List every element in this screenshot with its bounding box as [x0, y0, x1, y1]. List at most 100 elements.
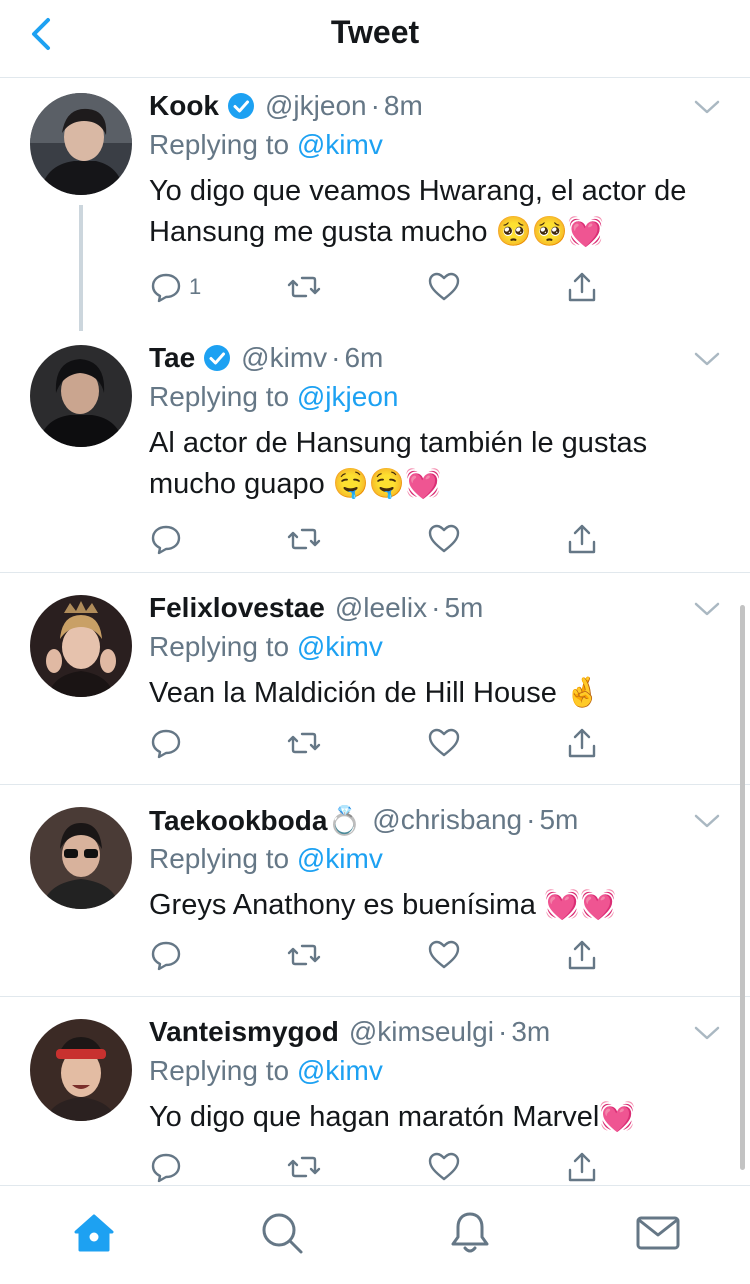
- tweet-actions: [149, 723, 609, 763]
- tweet-actions: 1: [149, 267, 609, 307]
- user-handle[interactable]: @kimv: [241, 342, 327, 374]
- bottom-tab-bar: [0, 1185, 750, 1284]
- messages-icon: [636, 1216, 680, 1250]
- chevron-down-icon[interactable]: [692, 349, 722, 369]
- retweet-icon: [287, 276, 321, 298]
- retweet-icon: [287, 528, 321, 550]
- mention-link[interactable]: @kimv: [297, 1055, 383, 1086]
- display-name[interactable]: Kook: [149, 90, 219, 122]
- share-icon: [568, 524, 596, 554]
- tweet-text: Greys Anathony es buenísima 💓💓: [149, 889, 617, 921]
- heart-icon: [428, 272, 460, 301]
- home-icon: [74, 1214, 114, 1252]
- like-button[interactable]: [427, 267, 461, 307]
- timestamp[interactable]: 8m: [384, 90, 423, 122]
- tab-home[interactable]: [71, 1210, 117, 1256]
- reply-count: 1: [189, 274, 202, 299]
- retweet-button[interactable]: [287, 723, 321, 763]
- reply-button[interactable]: [149, 723, 183, 763]
- chevron-down-icon[interactable]: [692, 97, 722, 117]
- tweet[interactable]: Felixlovestae @leelix · 5m Replying to @…: [0, 573, 750, 785]
- timestamp[interactable]: 5m: [444, 592, 483, 624]
- replying-to: Replying to @jkjeon: [149, 381, 399, 412]
- display-name[interactable]: Taekookboda💍: [149, 804, 362, 837]
- share-icon: [568, 728, 596, 758]
- tweet-text: Yo digo que hagan maratón Marvel💓: [149, 1101, 636, 1133]
- reply-button[interactable]: [149, 519, 183, 559]
- tab-notifications[interactable]: [447, 1210, 493, 1256]
- share-icon: [568, 272, 596, 302]
- reply-icon: [151, 273, 181, 303]
- like-button[interactable]: [427, 723, 461, 763]
- display-name[interactable]: Felixlovestae: [149, 592, 325, 624]
- timestamp[interactable]: 3m: [511, 1016, 550, 1048]
- like-button[interactable]: [427, 935, 461, 975]
- reply-button[interactable]: [149, 1147, 183, 1185]
- reply-icon: [151, 729, 181, 759]
- timestamp[interactable]: 6m: [344, 342, 383, 374]
- share-button[interactable]: [565, 1147, 599, 1185]
- scrollbar[interactable]: [740, 605, 745, 1170]
- mention-link[interactable]: @kimv: [297, 631, 383, 662]
- avatar[interactable]: [30, 93, 132, 195]
- replying-to: Replying to @kimv: [149, 631, 383, 662]
- mention-link[interactable]: @kimv: [297, 129, 383, 160]
- mention-link[interactable]: @jkjeon: [297, 381, 399, 412]
- reply-button[interactable]: [149, 935, 183, 975]
- reply-button[interactable]: 1: [149, 267, 201, 307]
- tweet[interactable]: Taekookboda💍 @chrisbang · 5m Replying to…: [0, 785, 750, 997]
- chevron-down-icon[interactable]: [692, 811, 722, 831]
- reply-icon: [151, 1153, 181, 1183]
- replying-to: Replying to @kimv: [149, 843, 383, 874]
- tweet-actions: [149, 519, 609, 559]
- replying-to: Replying to @kimv: [149, 1055, 383, 1086]
- avatar[interactable]: [30, 595, 132, 697]
- tweet[interactable]: Tae @kimv · 6m Replying to @jkjeon Al ac…: [0, 331, 750, 573]
- tweet-text: Vean la Maldición de Hill House 🤞: [149, 677, 602, 709]
- retweet-icon: [287, 732, 321, 754]
- share-button[interactable]: [565, 935, 599, 975]
- chevron-down-icon[interactable]: [692, 599, 722, 619]
- tweet-text: Al actor de Hansung también le gustas mu…: [149, 427, 648, 500]
- retweet-button[interactable]: [287, 267, 321, 307]
- tab-messages[interactable]: [635, 1210, 681, 1256]
- heart-icon: [428, 728, 460, 757]
- avatar[interactable]: [30, 345, 132, 447]
- retweet-icon: [287, 1156, 321, 1178]
- display-name[interactable]: Tae: [149, 342, 195, 374]
- retweet-icon: [287, 944, 321, 966]
- mention-link[interactable]: @kimv: [297, 843, 383, 874]
- user-handle[interactable]: @jkjeon: [265, 90, 367, 122]
- replying-to: Replying to @kimv: [149, 129, 383, 160]
- like-button[interactable]: [427, 519, 461, 559]
- like-button[interactable]: [427, 1147, 461, 1185]
- display-name[interactable]: Vanteismygod: [149, 1016, 339, 1048]
- user-handle[interactable]: @leelix: [335, 592, 427, 624]
- reply-thread: Kook @jkjeon · 8m Replying to @kimv Yo d…: [0, 79, 750, 1185]
- retweet-button[interactable]: [287, 1147, 321, 1185]
- verified-badge-icon: [228, 93, 254, 119]
- reply-icon: [151, 941, 181, 971]
- share-icon: [568, 940, 596, 970]
- chevron-down-icon[interactable]: [692, 1023, 722, 1043]
- avatar[interactable]: [30, 1019, 132, 1121]
- heart-icon: [428, 1152, 460, 1181]
- thread-connector: [79, 205, 83, 331]
- top-bar: Tweet: [0, 0, 750, 78]
- heart-icon: [428, 940, 460, 969]
- share-button[interactable]: [565, 519, 599, 559]
- timestamp[interactable]: 5m: [539, 804, 578, 836]
- tab-search[interactable]: [259, 1210, 305, 1256]
- page-title: Tweet: [330, 14, 420, 50]
- tweet[interactable]: Kook @jkjeon · 8m Replying to @kimv Yo d…: [0, 79, 750, 331]
- user-handle[interactable]: @chrisbang: [372, 804, 522, 836]
- heart-icon: [428, 524, 460, 553]
- share-button[interactable]: [565, 267, 599, 307]
- retweet-button[interactable]: [287, 519, 321, 559]
- tweet-actions: [149, 1147, 609, 1185]
- tweet[interactable]: Vanteismygod @kimseulgi · 3m Replying to…: [0, 997, 750, 1185]
- share-button[interactable]: [565, 723, 599, 763]
- retweet-button[interactable]: [287, 935, 321, 975]
- avatar[interactable]: [30, 807, 132, 909]
- user-handle[interactable]: @kimseulgi: [349, 1016, 494, 1048]
